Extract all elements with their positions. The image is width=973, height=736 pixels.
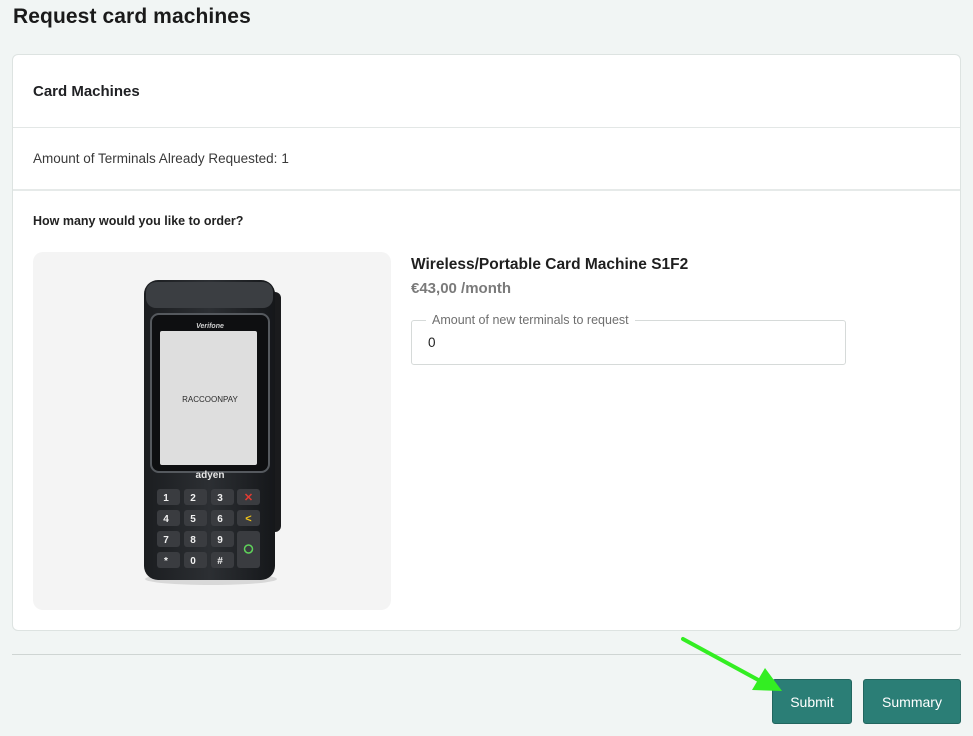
keypad-key-label: 0: [190, 556, 196, 567]
page-title: Request card machines: [13, 5, 251, 28]
product-name: Wireless/Portable Card Machine S1F2: [411, 256, 689, 273]
terminal-quantity-label: Amount of new terminals to request: [426, 313, 635, 327]
keypad-key-label: *: [164, 556, 168, 567]
terminals-requested-row: Amount of Terminals Already Requested: 1: [13, 128, 960, 191]
svg-text:✕: ✕: [244, 492, 253, 504]
keypad-key-label: 7: [163, 535, 169, 546]
product-image: Verifone RACCOONPAY adyen 1 2 3 4 5 6 7 8 9 * 0 # ✕…: [33, 252, 391, 610]
terminal-quantity-field[interactable]: Amount of new terminals to request: [411, 313, 846, 365]
keypad-key-label: 3: [217, 493, 223, 504]
svg-text:<: <: [245, 513, 251, 525]
adyen-brand-text: adyen: [196, 470, 225, 481]
keypad-key: [157, 552, 180, 568]
card-header: Card Machines: [13, 55, 960, 128]
keypad-key-label: 5: [190, 514, 196, 525]
terminal-quantity-input[interactable]: [428, 335, 828, 350]
footer-divider: [12, 654, 961, 655]
terminals-requested-value: 1: [281, 151, 289, 166]
verifone-brand-text: Verifone: [196, 323, 224, 330]
keypad-key-label: 6: [217, 514, 223, 525]
keypad-key-label: #: [217, 556, 223, 567]
keypad-key-label: 1: [163, 493, 169, 504]
raccoonpay-screen-text: RACCOONPAY: [182, 395, 238, 404]
product-price: €43,00 /month: [411, 280, 512, 297]
keypad-key-label: 2: [190, 493, 196, 504]
submit-button[interactable]: Submit: [772, 679, 852, 724]
keypad-key-label: 9: [217, 535, 223, 546]
summary-button[interactable]: Summary: [863, 679, 961, 724]
keypad-key-label: 4: [163, 514, 169, 525]
card-header-title: Card Machines: [33, 82, 140, 100]
order-question: How many would you like to order?: [33, 214, 244, 228]
keypad-key-label: 8: [190, 535, 196, 546]
terminals-requested-label: Amount of Terminals Already Requested:: [33, 151, 278, 166]
card-terminal-illustration: Verifone RACCOONPAY adyen 1 2 3 4 5 6 7 8 9 * 0 # ✕…: [144, 280, 281, 585]
card-machines-panel: Card Machines Amount of Terminals Alread…: [12, 54, 961, 631]
